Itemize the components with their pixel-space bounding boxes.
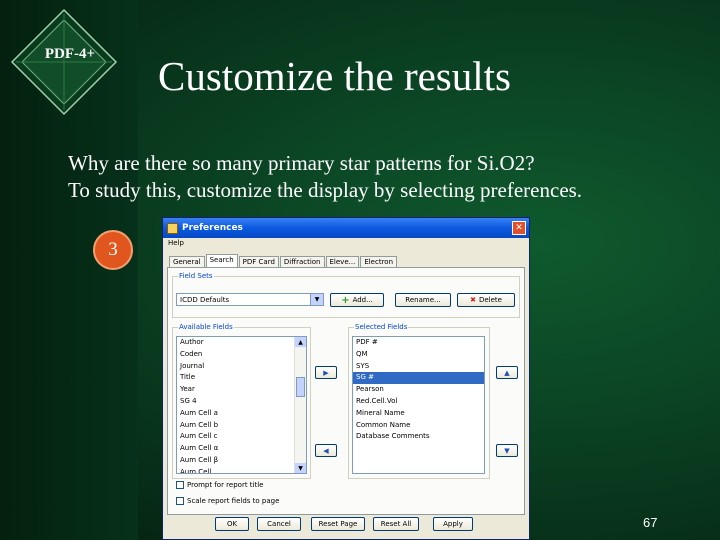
prompt-title-checkbox[interactable]: Prompt for report title	[176, 481, 263, 489]
chevron-down-icon[interactable]: ▼	[310, 294, 323, 305]
page-number: 67	[643, 515, 658, 530]
list-item[interactable]: Red.Cell.Vol	[353, 396, 484, 408]
list-item[interactable]: Aum Cell a	[177, 408, 306, 420]
selected-items: PDF # QM SYS SG # Pearson Red.Cell.Vol Mineral…	[353, 337, 484, 443]
available-fields-list[interactable]: Author Coden Journal Title Year SG 4 Aum Cell …	[176, 336, 307, 474]
arrow-left-icon: ◀	[323, 446, 329, 455]
selected-fields-label: Selected Fields	[354, 323, 409, 331]
field-sets-label: Field Sets	[178, 272, 214, 280]
available-fields-label: Available Fields	[178, 323, 234, 331]
checkbox-box[interactable]	[176, 497, 184, 505]
dialog-titlebar[interactable]: Preferences ✕	[163, 218, 529, 238]
reset-page-button[interactable]: Reset Page	[311, 517, 365, 531]
list-item[interactable]: QM	[353, 349, 484, 361]
scroll-thumb[interactable]	[296, 377, 305, 397]
rename-button[interactable]: Rename...	[395, 293, 451, 307]
field-set-value: ICDD Defaults	[180, 295, 230, 304]
app-icon	[167, 222, 178, 234]
scroll-down-icon[interactable]: ▼	[295, 463, 306, 473]
list-item[interactable]: Author	[177, 337, 306, 349]
list-item[interactable]: Aum Cell...	[177, 467, 306, 473]
list-item[interactable]: Aum Cell b	[177, 420, 306, 432]
search-tab-panel: Field Sets ICDD Defaults ▼ + Add... Rena…	[167, 267, 525, 515]
list-item[interactable]: Aum Cell β	[177, 455, 306, 467]
menu-bar: Help	[163, 238, 529, 249]
add-label: Add...	[352, 296, 373, 304]
available-scrollbar[interactable]: ▲ ▼	[294, 337, 306, 473]
reset-all-button[interactable]: Reset All	[373, 517, 419, 531]
delete-x-icon: ✖	[470, 296, 476, 304]
scale-fields-label: Scale report fields to page	[187, 497, 280, 505]
dialog-title: Preferences	[182, 223, 243, 233]
move-down-button[interactable]: ▼	[496, 444, 518, 457]
list-item[interactable]: Aum Cell c	[177, 431, 306, 443]
move-right-button[interactable]: ▶	[315, 366, 337, 379]
arrow-up-icon: ▲	[504, 368, 510, 377]
scroll-up-icon[interactable]: ▲	[295, 337, 306, 347]
list-item[interactable]: Mineral Name	[353, 408, 484, 420]
list-item[interactable]: Journal	[177, 361, 306, 373]
move-left-button[interactable]: ◀	[315, 444, 337, 457]
prompt-title-label: Prompt for report title	[187, 481, 264, 489]
slide-title: Customize the results	[158, 53, 512, 99]
intro-text: Why are there so many primary star patte…	[68, 150, 582, 204]
list-item[interactable]: Database Comments	[353, 431, 484, 443]
delete-label: Delete	[478, 296, 502, 304]
list-item[interactable]: SG 4	[177, 396, 306, 408]
menu-help[interactable]: Help	[168, 239, 184, 247]
arrow-right-icon: ▶	[323, 368, 329, 377]
logo-text: PDF-4+	[44, 46, 96, 62]
move-up-button[interactable]: ▲	[496, 366, 518, 379]
list-item[interactable]: Year	[177, 384, 306, 396]
rename-label: Rename...	[405, 296, 441, 304]
delete-button[interactable]: ✖ Delete	[457, 293, 515, 307]
add-button[interactable]: + Add...	[330, 293, 384, 307]
ok-button[interactable]: OK	[215, 517, 249, 531]
list-item[interactable]: Pearson	[353, 384, 484, 396]
tab-search[interactable]: Search	[205, 254, 238, 268]
intro-line-1: Why are there so many primary star patte…	[68, 151, 535, 175]
list-item[interactable]: SG #	[353, 372, 484, 385]
list-item[interactable]: SYS	[353, 361, 484, 373]
list-item[interactable]: Title	[177, 372, 306, 384]
list-item[interactable]: Common Name	[353, 420, 484, 432]
close-icon[interactable]: ✕	[512, 221, 526, 235]
step-badge: 3	[93, 230, 133, 270]
selected-fields-list[interactable]: PDF # QM SYS SG # Pearson Red.Cell.Vol Mineral…	[352, 336, 485, 474]
plus-icon: +	[341, 294, 350, 306]
checkbox-box[interactable]	[176, 481, 184, 489]
list-item[interactable]: PDF #	[353, 337, 484, 349]
list-item[interactable]: Coden	[177, 349, 306, 361]
intro-line-2: To study this, customize the display by …	[68, 178, 583, 202]
cancel-button[interactable]: Cancel	[257, 517, 301, 531]
apply-button[interactable]: Apply	[433, 517, 473, 531]
field-set-combo[interactable]: ICDD Defaults ▼	[176, 293, 324, 306]
preferences-dialog: Preferences ✕ Help General Search PDF Ca…	[162, 217, 530, 540]
arrow-down-icon: ▼	[504, 446, 510, 455]
scale-fields-checkbox[interactable]: Scale report fields to page	[176, 497, 279, 505]
available-items: Author Coden Journal Title Year SG 4 Aum Cell …	[177, 337, 306, 473]
list-item[interactable]: Aum Cell α	[177, 443, 306, 455]
